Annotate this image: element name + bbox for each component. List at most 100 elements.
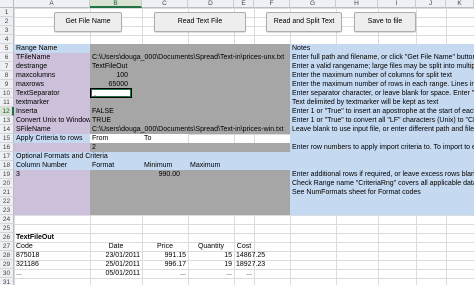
column-header-j[interactable]: J	[416, 0, 446, 8]
param-value[interactable]: C:\Users\douga_000\Documents\Spread\Text…	[90, 125, 290, 134]
column-header-a[interactable]: A	[14, 0, 90, 8]
row-header[interactable]: 23	[0, 206, 14, 215]
output-cell-date[interactable]: 05/01/2011	[90, 269, 142, 278]
row-header-selected[interactable]: 12	[0, 107, 14, 116]
row-header[interactable]: 25	[0, 224, 14, 233]
criteria-label[interactable]: Apply Criteria to rows	[14, 134, 90, 143]
row-header[interactable]: 30	[0, 269, 14, 278]
output-cell-cost[interactable]: 18927.23	[234, 260, 265, 269]
row-header[interactable]: 21	[0, 188, 14, 197]
output-cell-code[interactable]: ...	[14, 269, 90, 278]
selected-cell[interactable]: ,	[90, 88, 132, 98]
output-cell-price[interactable]: 996.17	[142, 260, 188, 269]
param-note[interactable]: Enter the maximum number of rows in each…	[290, 80, 474, 89]
row-header[interactable]: 18	[0, 161, 14, 170]
optional-note[interactable]: See NumFormats sheet for Format codes	[290, 188, 474, 197]
row-header[interactable]: 15	[0, 134, 14, 143]
column-number-header[interactable]: Column Number	[14, 161, 90, 170]
row-header[interactable]: 24	[0, 215, 14, 224]
column-header-e[interactable]: E	[234, 0, 254, 8]
output-cell-quantity[interactable]: 19	[188, 260, 234, 269]
row-header[interactable]: 26	[0, 233, 14, 242]
column-header-g[interactable]: G	[290, 0, 336, 8]
param-name[interactable]: SFileName	[14, 125, 90, 134]
param-name[interactable]: maxcolumns	[14, 71, 90, 80]
row-header[interactable]: 11	[0, 98, 14, 107]
param-note[interactable]: Enter 1 or "True" to convert all "LF" ch…	[290, 116, 474, 125]
param-value[interactable]	[90, 98, 290, 107]
output-header-cost[interactable]: Cost	[234, 242, 254, 251]
param-note[interactable]: Text delimited by textmarker will be kep…	[290, 98, 474, 107]
row-header[interactable]: 4	[0, 35, 14, 44]
format-header[interactable]: Format	[90, 161, 142, 170]
param-value[interactable]: FALSE	[90, 107, 290, 116]
param-name[interactable]: TFileName	[14, 53, 90, 62]
optional-note[interactable]: Enter additional rows if required, or le…	[290, 170, 474, 179]
row-header[interactable]: 3	[0, 26, 14, 35]
row-header[interactable]: 16	[0, 143, 14, 152]
row-header[interactable]: 8	[0, 71, 14, 80]
row-header[interactable]: 20	[0, 179, 14, 188]
output-cell-quantity[interactable]: 15	[188, 251, 234, 260]
criteria-to-label[interactable]: To	[142, 134, 188, 143]
param-note[interactable]: Enter a valid rangename; large files may…	[290, 62, 474, 71]
output-cell-code[interactable]: 875018	[14, 251, 90, 260]
output-range-title[interactable]: TextFileOut	[14, 233, 90, 242]
column-header-f[interactable]: F	[254, 0, 290, 8]
save-to-file-button[interactable]: Save to file	[354, 12, 416, 32]
output-cell-price[interactable]: 991.15	[142, 251, 188, 260]
row-header[interactable]: 17	[0, 152, 14, 161]
output-header-price[interactable]: Price	[142, 242, 188, 251]
optional-minimum-value[interactable]: 990.00	[142, 170, 182, 179]
minimum-header[interactable]: Minimum	[142, 161, 188, 170]
row-header[interactable]: 13	[0, 116, 14, 125]
param-name[interactable]: Convert Unix to Windows	[14, 116, 90, 125]
output-header-code[interactable]: Code	[14, 242, 90, 251]
param-note[interactable]: Enter 1 or "True" to insert an apostroph…	[290, 107, 474, 116]
optional-note[interactable]: Check Range name "CriteriaRng" covers al…	[290, 179, 474, 188]
read-and-split-text-button[interactable]: Read and Split Text	[266, 12, 342, 32]
row-header[interactable]: 28	[0, 251, 14, 260]
output-header-quantity[interactable]: Quantity	[188, 242, 234, 251]
row-header[interactable]: 7	[0, 62, 14, 71]
output-cell-date[interactable]: 25/01/2011	[90, 260, 142, 269]
param-value[interactable]: C:\Users\douga_000\Documents\Spread\Text…	[90, 53, 290, 62]
param-value[interactable]: TRUE	[90, 116, 290, 125]
read-text-file-button[interactable]: Read Text File	[154, 12, 246, 32]
column-header-k[interactable]: K	[446, 0, 474, 8]
value-header-cell[interactable]	[90, 44, 290, 53]
row-header[interactable]: 22	[0, 197, 14, 206]
output-cell-cost[interactable]: 14867.25	[234, 251, 265, 260]
row-header[interactable]: 14	[0, 125, 14, 134]
row-header[interactable]: 10	[0, 89, 14, 98]
column-header-h[interactable]: H	[336, 0, 378, 8]
output-cell-quantity[interactable]: ...	[188, 269, 234, 278]
output-cell-date[interactable]: 23/01/2011	[90, 251, 142, 260]
row-header[interactable]: 1	[0, 8, 14, 17]
param-note[interactable]: Enter full path and filename, or click "…	[290, 53, 474, 62]
output-cell-code[interactable]: 321186	[14, 260, 90, 269]
row-header[interactable]: 31	[0, 278, 14, 285]
column-header-c[interactable]: C	[142, 0, 188, 8]
column-header-i[interactable]: I	[378, 0, 416, 8]
param-note[interactable]: Leave blank to use input file, or enter …	[290, 125, 474, 134]
row-header[interactable]: 29	[0, 260, 14, 269]
range-name-header[interactable]: Range Name	[14, 44, 90, 53]
row-header[interactable]: 5	[0, 44, 14, 53]
row-header[interactable]: 2	[0, 17, 14, 26]
select-all-corner[interactable]	[0, 0, 14, 8]
param-name[interactable]: destrange	[14, 62, 90, 71]
param-name[interactable]: Inserta	[14, 107, 90, 116]
column-header-b[interactable]: B	[90, 0, 142, 8]
optional-column-number[interactable]: 3	[14, 170, 90, 179]
param-name[interactable]: maxrows	[14, 80, 90, 89]
param-name[interactable]: textmarker	[14, 98, 90, 107]
criteria-from-value[interactable]: 2	[90, 143, 142, 152]
param-value[interactable]: TextFileOut	[90, 62, 290, 71]
param-note[interactable]: Enter the maximum number of columns for …	[290, 71, 474, 80]
param-note[interactable]: Enter separator character, or leave blan…	[290, 89, 474, 98]
column-header-d[interactable]: D	[188, 0, 234, 8]
output-header-date[interactable]: Date	[90, 242, 142, 251]
output-cell-price[interactable]: ...	[142, 269, 188, 278]
row-header[interactable]: 27	[0, 242, 14, 251]
